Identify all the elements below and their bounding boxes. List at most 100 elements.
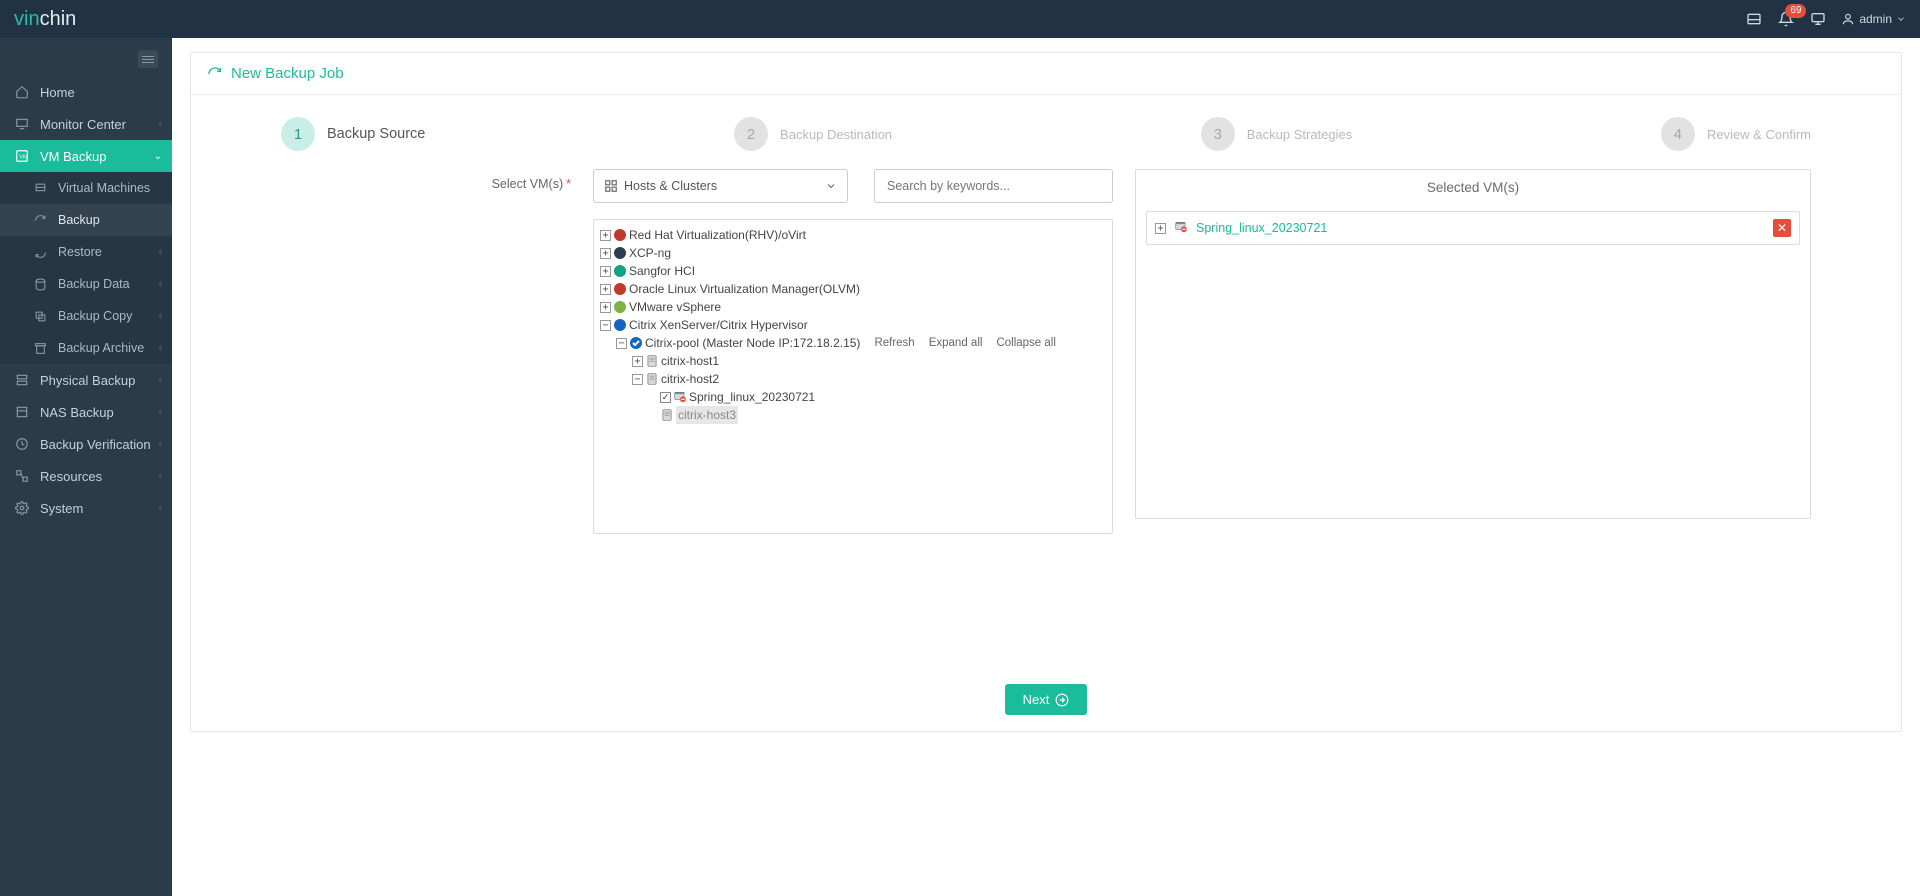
tree-node-label: Citrix XenServer/Citrix Hypervisor	[629, 316, 808, 334]
tree-host[interactable]: −citrix-host2✓Spring_linux_20230721citri…	[630, 370, 1108, 424]
platform-icon	[613, 300, 627, 314]
notification-badge: 69	[1785, 4, 1806, 18]
next-button[interactable]: Next	[1005, 684, 1088, 715]
sidebar-toggle[interactable]	[138, 50, 158, 68]
sidebar-sub-bdata[interactable]: Backup Data‹	[0, 268, 172, 300]
wizard-steps: 1Backup Source 2Backup Destination 3Backup…	[191, 95, 1901, 169]
tree-platform[interactable]: + XCP-ng	[598, 244, 1108, 262]
nas-icon	[14, 404, 30, 420]
remove-button[interactable]: ✕	[1773, 219, 1791, 237]
sidebar-item-label: Virtual Machines	[58, 181, 150, 195]
vm-checkbox[interactable]: ✓	[660, 392, 671, 403]
tree-vm[interactable]: ✓ Spring_linux_20230721	[646, 388, 1108, 406]
sidebar-item-label: System	[40, 501, 83, 516]
tree-platform[interactable]: + Sangfor HCI	[598, 262, 1108, 280]
tree-expander[interactable]: +	[600, 248, 611, 259]
sidebar-sub-barchive[interactable]: Backup Archive‹	[0, 332, 172, 364]
tree-node-label: XCP-ng	[629, 244, 671, 262]
brand-part2: chin	[40, 8, 77, 30]
platform-icon	[613, 246, 627, 260]
tree-platform[interactable]: +Oracle Linux Virtualization Manager(OLV…	[598, 280, 1108, 298]
vmbackup-icon: VM	[14, 148, 30, 164]
selected-vm-link[interactable]: Spring_linux_20230721	[1196, 221, 1327, 235]
tree-expander[interactable]: +	[632, 356, 643, 367]
barchive-icon	[32, 340, 48, 356]
tree-expander[interactable]: +	[600, 302, 611, 313]
sidebar-item-nas[interactable]: NAS Backup‹	[0, 396, 172, 428]
step-1[interactable]: 1Backup Source	[281, 117, 425, 151]
chevron-right-icon: ‹	[159, 279, 162, 290]
brand-part1: vin	[14, 8, 40, 30]
sidebar-item-resources[interactable]: Resources‹	[0, 460, 172, 492]
tree-node-label: Red Hat Virtualization(RHV)/oVirt	[629, 226, 806, 244]
monitor-icon[interactable]	[1809, 10, 1827, 28]
step-number: 4	[1661, 117, 1695, 151]
sidebar-sub-vms[interactable]: Virtual Machines	[0, 172, 172, 204]
chevron-right-icon: ‹	[159, 119, 162, 130]
tree-action-expand[interactable]: Expand all	[929, 334, 983, 352]
physical-icon	[14, 372, 30, 388]
pool-icon	[629, 336, 643, 350]
tree-platform[interactable]: +VMware vSphere	[598, 298, 1108, 316]
sidebar-item-system[interactable]: System ‹	[0, 492, 172, 524]
tree-action-collapse[interactable]: Collapse all	[996, 334, 1055, 352]
vms-icon	[32, 180, 48, 196]
bell-icon[interactable]: 69	[1777, 10, 1795, 28]
sidebar-item-label: VM Backup	[40, 149, 106, 164]
sidebar-item-monitor[interactable]: Monitor Center ‹	[0, 108, 172, 140]
platform-icon	[613, 282, 627, 296]
sidebar-item-verify[interactable]: Backup Verification ‹	[0, 428, 172, 460]
sidebar-sub-bcopy[interactable]: Backup Copy‹	[0, 300, 172, 332]
vm-icon	[1174, 220, 1190, 236]
sidebar-item-label: Backup Archive	[58, 341, 144, 355]
chevron-right-icon: ‹	[159, 503, 162, 514]
sidebar-item-label: Monitor Center	[40, 117, 126, 132]
tree-host[interactable]: +citrix-host1	[630, 352, 1108, 370]
tree-expander[interactable]: −	[632, 374, 643, 385]
sidebar-item-label: Backup Verification	[40, 437, 151, 452]
sidebar-sub-backup[interactable]: Backup	[0, 204, 172, 236]
platform-icon	[613, 318, 627, 332]
system-icon	[14, 500, 30, 516]
scope-dropdown[interactable]: Hosts & Clusters	[593, 169, 848, 203]
tree-node-label: Spring_linux_20230721	[689, 388, 815, 406]
chevron-right-icon: ‹	[159, 375, 162, 386]
sidebar-sub-restore[interactable]: Restore‹	[0, 236, 172, 268]
search-input[interactable]	[874, 169, 1113, 203]
tree-platform[interactable]: + Red Hat Virtualization(RHV)/oVirt	[598, 226, 1108, 244]
vm-icon	[673, 390, 687, 404]
tree-node-label: Sangfor HCI	[629, 262, 695, 280]
sidebar-item-physical[interactable]: Physical Backup‹	[0, 364, 172, 396]
sidebar-item-home[interactable]: Home	[0, 76, 172, 108]
inbox-icon[interactable]	[1745, 10, 1763, 28]
tree-host[interactable]: citrix-host3	[646, 406, 1108, 424]
step-number: 3	[1201, 117, 1235, 151]
tree-expander[interactable]: −	[600, 320, 611, 331]
tree-action-refresh[interactable]: Refresh	[874, 334, 914, 352]
clusters-icon	[604, 179, 618, 193]
chip-expander[interactable]: +	[1155, 223, 1166, 234]
sidebar-item-vmbackup[interactable]: VM VM Backup ⌄	[0, 140, 172, 172]
page-title: New Backup Job	[231, 65, 344, 82]
server-icon	[645, 354, 659, 368]
brand: vinchin	[14, 8, 76, 31]
tree-expander[interactable]: +	[600, 284, 611, 295]
tree-pool[interactable]: −Citrix-pool (Master Node IP:172.18.2.15…	[614, 334, 1108, 424]
user-menu[interactable]: admin	[1841, 12, 1906, 26]
tree-expander[interactable]: +	[600, 266, 611, 277]
panel-footer: Next	[191, 684, 1901, 715]
tree-expander[interactable]: −	[616, 338, 627, 349]
platform-icon	[613, 264, 627, 278]
required-mark: *	[566, 177, 571, 191]
chevron-right-icon: ‹	[159, 311, 162, 322]
step-4[interactable]: 4Review & Confirm	[1661, 117, 1811, 151]
form-row: Select VM(s)* Hosts & Clusters +Red Hat …	[191, 169, 1901, 534]
tree-platform[interactable]: −Citrix XenServer/Citrix Hypervisor−Citr…	[598, 316, 1108, 424]
chevron-right-icon: ‹	[159, 439, 162, 450]
tree-expander[interactable]: +	[600, 230, 611, 241]
chevron-right-icon: ‹	[159, 407, 162, 418]
chevron-down-icon: ⌄	[154, 151, 162, 162]
step-3[interactable]: 3Backup Strategies	[1201, 117, 1353, 151]
main: New Backup Job 1Backup Source 2Backup Des…	[172, 38, 1920, 896]
step-2[interactable]: 2Backup Destination	[734, 117, 892, 151]
